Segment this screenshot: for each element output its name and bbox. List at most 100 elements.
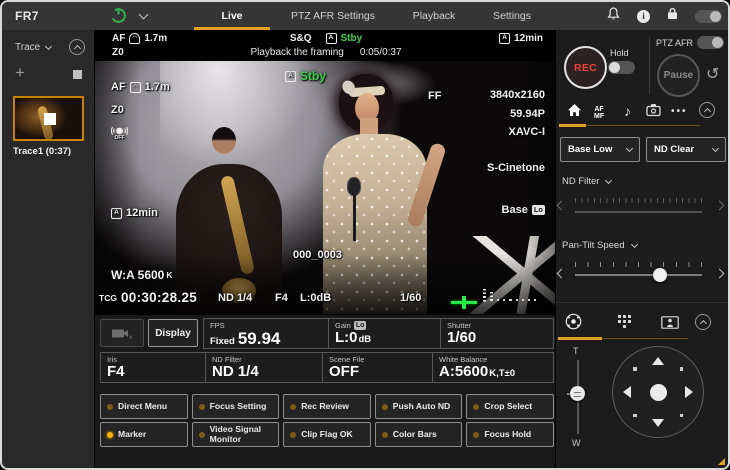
assign-button-clip-flag-ok[interactable]: Clip Flag OK	[283, 422, 371, 447]
pan-tilt-diagonal-up-right[interactable]	[680, 367, 684, 371]
tab-auto-framing-icon[interactable]	[661, 316, 679, 334]
framing-auto-icon: A	[326, 33, 337, 44]
device-name: FR7	[15, 9, 39, 23]
assign-button-crop-select[interactable]: Crop Select	[466, 394, 554, 419]
chevron-down-icon	[605, 177, 612, 184]
assign-button-rec-review[interactable]: Rec Review	[283, 394, 371, 419]
pan-tilt-diagonal-down-left[interactable]	[633, 414, 637, 418]
button-led	[382, 432, 388, 438]
add-trace-icon[interactable]: +	[15, 64, 25, 81]
pan-tilt-slider-track[interactable]	[575, 274, 702, 276]
base-look-badge: Lo	[532, 205, 545, 215]
shutter-cell[interactable]: Shutter 1/60	[441, 318, 554, 349]
assign-button-focus-hold[interactable]: Focus Hold	[466, 422, 554, 447]
pan-tilt-speed-decrease-icon[interactable]	[557, 269, 567, 279]
tilt-up-icon[interactable]	[652, 357, 664, 365]
button-led	[473, 404, 479, 410]
info-icon[interactable]: i	[637, 10, 650, 23]
camera-live-view[interactable]: AF◠1.7m Z0 OFF AStby FF 3840x2160 59.94P…	[95, 61, 557, 314]
svg-text:OFF: OFF	[115, 135, 125, 140]
rec-status: Stby	[341, 33, 363, 44]
iris-osd: F4	[275, 292, 288, 304]
notifications-bell-icon[interactable]	[607, 7, 620, 26]
tab-home-icon[interactable]	[567, 103, 582, 122]
assign-button-marker[interactable]: Marker	[100, 422, 188, 447]
tab-audio-icon[interactable]: ♪	[624, 104, 631, 118]
media-slot-icon: A	[111, 208, 122, 219]
nd-slider-ticks	[575, 198, 702, 203]
ptz-afr-toggle[interactable]	[697, 36, 724, 49]
iris-cell[interactable]: Iris F4	[100, 352, 206, 383]
tab-ptz-afr-settings[interactable]: PTZ AFR Settings	[272, 2, 394, 30]
assign-button-video-signal-monitor[interactable]: Video Signal Monitor	[192, 422, 280, 447]
tilt-down-icon[interactable]	[652, 419, 664, 427]
button-led	[199, 432, 205, 438]
base-look-select[interactable]: Base Low	[560, 137, 640, 162]
panel-collapse-icon[interactable]	[699, 102, 715, 118]
assign-button-push-auto-nd[interactable]: Push Auto ND	[375, 394, 463, 419]
pan-tilt-speed-knob[interactable]	[653, 268, 667, 282]
nd-slider-left-icon[interactable]	[557, 201, 567, 211]
tab-af-mf-icon[interactable]: AFMF	[594, 106, 604, 121]
camera-monitor: AF◠1.7m S&QAStby A12min Z0 Playback the …	[95, 30, 557, 317]
display-button[interactable]: Display	[148, 319, 198, 347]
tab-playback[interactable]: Playback	[394, 2, 474, 30]
zoom-position-osd: Z0	[111, 104, 124, 116]
tab-joystick-icon[interactable]	[565, 313, 582, 335]
pan-tilt-diagonal-up-left[interactable]	[633, 367, 637, 371]
trace-dropdown-chevron-icon[interactable]	[45, 43, 52, 50]
toggle-knob	[710, 11, 721, 22]
nd-clear-select[interactable]: ND Clear	[646, 137, 726, 162]
fps-cell[interactable]: FPS Fixed59.94	[203, 318, 329, 349]
pan-tilt-speed-section-label[interactable]: Pan-Tilt Speed	[562, 240, 637, 251]
assignable-buttons: Direct Menu Focus Setting Rec Review Pus…	[100, 394, 554, 447]
nd-osd: ND 1/4	[218, 292, 252, 304]
framing-status-osd: Stby	[300, 69, 326, 83]
monitor-stream-off-button[interactable]: x	[100, 319, 144, 347]
nd-filter-cell[interactable]: ND Filter ND 1/4	[206, 352, 323, 383]
trace-position-marker	[44, 113, 56, 125]
scene-file-cell[interactable]: Scene File OFF	[323, 352, 433, 383]
nd-slider-right-icon[interactable]	[715, 201, 725, 211]
white-balance-cell[interactable]: White Balance A:5600K,T±0	[433, 352, 554, 383]
trace-thumbnail[interactable]	[13, 96, 84, 141]
tab-camera-icon[interactable]	[646, 103, 661, 122]
pause-button[interactable]: Pause	[657, 54, 700, 97]
clip-name-osd: 000_0003	[293, 249, 342, 261]
reset-icon[interactable]: ↺	[706, 64, 719, 83]
power-icon[interactable]	[110, 7, 127, 24]
nd-slider-track[interactable]	[575, 211, 702, 213]
joystick-collapse-icon[interactable]	[695, 314, 711, 330]
power-menu-chevron-icon[interactable]	[139, 10, 149, 20]
lock-icon[interactable]	[667, 7, 678, 25]
control-lock-toggle[interactable]	[695, 10, 722, 23]
rec-hold-toggle[interactable]	[608, 61, 635, 74]
ptz-control-panel: REC Hold PTZ AFR Pause ↺ AFMF ♪ ••• Base…	[555, 30, 728, 468]
trace-panel-title: Trace	[15, 42, 40, 53]
button-led	[107, 404, 113, 410]
pan-tilt-joystick[interactable]	[612, 346, 704, 438]
nd-filter-section-label[interactable]: ND Filter	[562, 176, 611, 187]
joystick-center-button[interactable]	[650, 384, 667, 401]
zoom-slider-knob[interactable]	[570, 386, 585, 401]
assign-button-focus-setting[interactable]: Focus Setting	[192, 394, 280, 419]
titlebar: FR7 Live PTZ AFR Settings Playback Setti…	[2, 2, 728, 30]
chevron-down-icon	[630, 241, 637, 248]
tab-settings[interactable]: Settings	[474, 2, 550, 30]
audio-level-meter	[483, 289, 536, 302]
stop-trace-icon[interactable]	[73, 70, 82, 79]
gain-cell[interactable]: GainLo L:0dB	[329, 318, 441, 349]
assign-button-direct-menu[interactable]: Direct Menu	[100, 394, 188, 419]
pan-tilt-speed-increase-icon[interactable]	[715, 269, 725, 279]
monitor-status-bar: AF◠1.7m S&QAStby A12min Z0 Playback the …	[95, 30, 557, 61]
tab-live[interactable]: Live	[192, 2, 272, 30]
pan-tilt-diagonal-down-right[interactable]	[680, 414, 684, 418]
tab-presets-grid-icon[interactable]	[617, 314, 632, 334]
button-led	[382, 404, 388, 410]
assign-button-color-bars[interactable]: Color Bars	[375, 422, 463, 447]
tab-more-icon[interactable]: •••	[671, 106, 688, 117]
pan-right-icon[interactable]	[685, 386, 693, 398]
rec-button[interactable]: REC	[564, 46, 607, 89]
sidebar-collapse-icon[interactable]	[69, 39, 85, 55]
pan-left-icon[interactable]	[623, 386, 631, 398]
